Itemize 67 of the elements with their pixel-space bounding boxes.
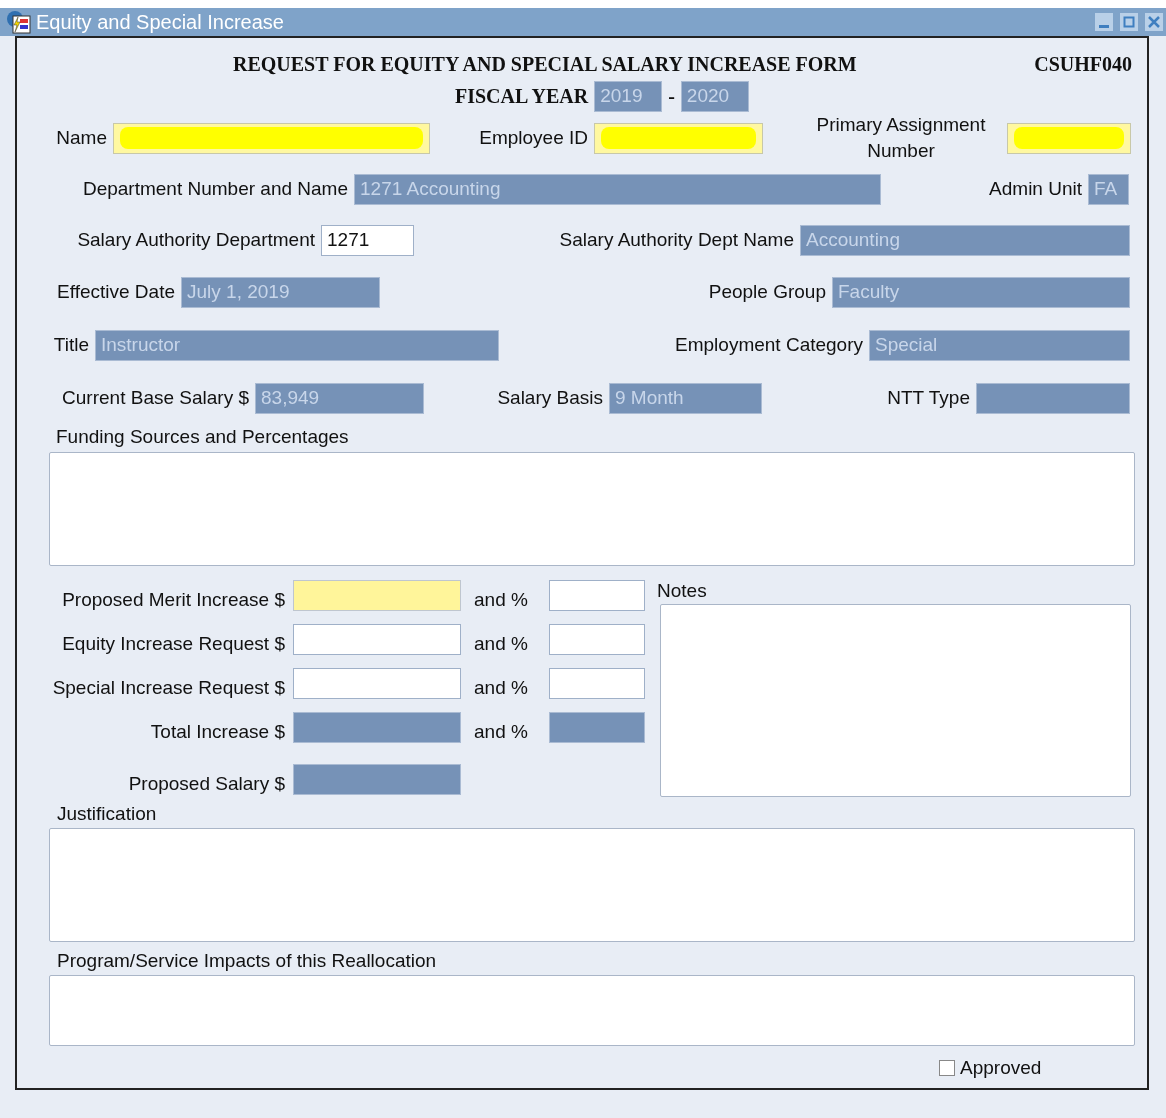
checkbox-label: Approved [960,1057,1042,1079]
field-label: Current Base Salary $ [62,387,249,409]
input-field[interactable]: 9 Month [609,382,762,414]
section-label: Justification [57,803,157,825]
maximize-icon [1123,16,1135,28]
field-label: Employee ID [479,127,588,149]
field-label: Employment Category [675,334,863,356]
field-label: Title [53,334,89,356]
notes-label: Notes [657,580,708,602]
field-label: Total Increase $ [150,721,285,743]
percent-label: and % [474,589,529,611]
input-field[interactable] [549,712,645,743]
section-label: Program/Service Impacts of this Reallocation [57,950,437,972]
redacted-field[interactable] [1007,122,1131,154]
input-field[interactable]: Faculty [832,276,1130,308]
field-label: Effective Date [57,281,175,303]
close-icon [1148,16,1160,28]
field-label: NTT Type [887,387,970,409]
field-label: People Group [708,281,826,303]
field-label: Admin Unit [989,178,1082,200]
input-field[interactable] [976,382,1130,414]
input-field[interactable]: FA [1088,173,1129,205]
field-label: Salary Basis [497,387,603,409]
percent-label: and % [474,633,529,655]
approved-checkbox[interactable] [939,1060,955,1076]
app-icon [6,10,32,34]
field-label: Department Number and Name [82,178,348,200]
form-code: CSUHF040 [1034,52,1132,76]
text-area[interactable] [49,975,1135,1046]
input-field[interactable]: 83,949 [255,382,424,414]
form-title: REQUEST FOR EQUITY AND SPECIAL SALARY INCREASE FORM [233,52,857,76]
minimize-icon [1099,24,1109,28]
redacted-field[interactable] [113,122,430,154]
field-label: Special Increase Request $ [52,677,285,699]
input-field[interactable] [549,624,645,655]
input-field[interactable]: 1271 Accounting [354,173,881,205]
year-field[interactable]: 2019 [594,80,663,112]
fiscal-year-label: FISCAL YEAR [455,84,589,108]
input-field[interactable] [549,580,645,611]
field-label: Equity Increase Request $ [62,633,285,655]
field-label: Name [56,127,107,149]
year-field[interactable]: 2020 [680,80,749,112]
percent-label: and % [474,677,529,699]
percent-label: and % [474,721,529,743]
input-field[interactable] [293,668,461,699]
field-label: Primary Assignment Number [815,113,987,163]
input-field[interactable] [293,624,461,655]
input-field[interactable]: Special [869,329,1130,361]
redacted-field[interactable] [594,122,763,154]
close-button[interactable] [1145,13,1163,31]
input-field[interactable]: Accounting [800,224,1130,256]
minimize-button[interactable] [1095,13,1113,31]
field-label: Proposed Merit Increase $ [62,589,285,611]
input-field[interactable] [549,668,645,699]
maximize-button[interactable] [1120,13,1138,31]
input-field[interactable] [293,712,461,743]
field-label: Proposed Salary $ [128,773,285,795]
input-field[interactable] [293,580,461,611]
input-field[interactable]: Instructor [95,329,499,361]
section-label: Funding Sources and Percentages [56,426,349,448]
input-field[interactable]: July 1, 2019 [181,276,380,308]
field-label: Salary Authority Dept Name [559,229,794,251]
window-title: Equity and Special Increase [36,10,285,34]
input-field[interactable] [293,764,461,795]
input-field[interactable]: 1271 [321,224,414,256]
year-separator: - [668,84,675,108]
field-label: Salary Authority Department [77,229,315,251]
